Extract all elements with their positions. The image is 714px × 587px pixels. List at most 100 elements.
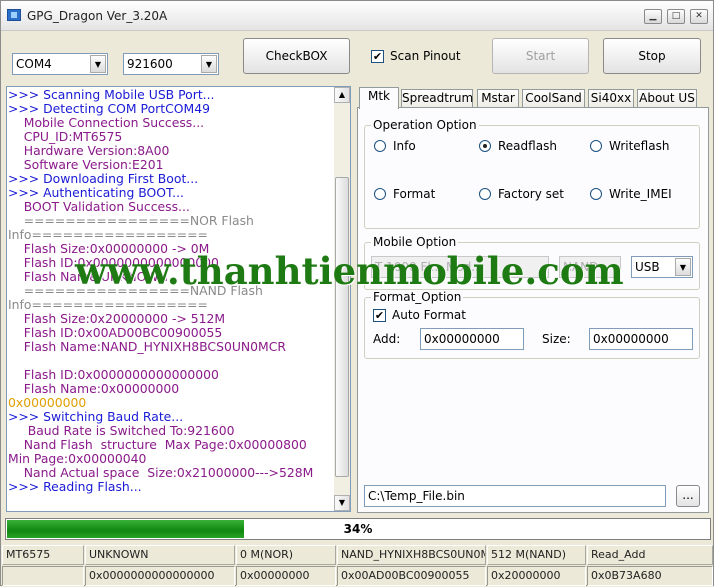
status-bottom-empty	[2, 566, 84, 586]
auto-format-checkbox[interactable]: ✔ Auto Format	[373, 308, 466, 322]
progress-label: 34%	[343, 522, 373, 536]
log-line: Min Page:0x00000040	[8, 451, 147, 466]
radio-readflash-label: Readflash	[498, 139, 557, 153]
scroll-thumb[interactable]	[335, 177, 349, 477]
log-panel[interactable]: >>> Scanning Mobile USB Port... >>> Detec…	[6, 86, 351, 512]
radio-icon[interactable]	[479, 188, 491, 200]
baud-rate-select[interactable]: 921600 ▼	[123, 53, 219, 75]
radio-icon[interactable]	[590, 140, 602, 152]
size-label: Size:	[542, 332, 571, 346]
com-port-value: COM4	[16, 57, 52, 71]
log-line: Info=================	[8, 297, 208, 312]
chevron-down-icon[interactable]: ▼	[201, 55, 217, 73]
radio-write-imei-label: Write_IMEI	[609, 187, 672, 201]
status-nand-name: NAND_HYNIXH8BCS0UN0MCR	[337, 545, 486, 565]
radio-selected-icon[interactable]	[479, 140, 491, 152]
radio-icon[interactable]	[374, 188, 386, 200]
stop-button[interactable]: Stop	[603, 38, 701, 74]
radio-factory-set[interactable]: Factory set	[479, 187, 564, 201]
scroll-down-icon[interactable]: ▼	[334, 495, 350, 511]
baud-rate-value: 921600	[127, 57, 173, 71]
log-line: Baud Rate is Switched To:921600	[8, 423, 235, 438]
operation-option-label: Operation Option	[371, 118, 479, 132]
log-line: 0x00000000	[8, 395, 87, 410]
com-port-select[interactable]: COM4 ▼	[12, 53, 108, 75]
tab-about-us[interactable]: About US	[637, 89, 697, 108]
radio-icon[interactable]	[374, 140, 386, 152]
radio-info[interactable]: Info	[374, 139, 416, 153]
operation-option-group: Operation Option Info Readflash Writefla…	[364, 118, 700, 229]
log-line: Flash ID:0x00AD00BC00900055	[8, 325, 223, 340]
log-line: CPU_ID:MT6575	[8, 129, 123, 144]
log-scrollbar[interactable]: ▲ ▼	[334, 87, 350, 511]
radio-factory-set-label: Factory set	[498, 187, 564, 201]
scroll-up-icon[interactable]: ▲	[334, 87, 350, 103]
file-path-field[interactable]: C:\Temp_File.bin	[364, 485, 666, 507]
radio-writeflash[interactable]: Writeflash	[590, 139, 669, 153]
chevron-down-icon[interactable]: ▼	[90, 55, 106, 73]
status-bar: MT6575 UNKNOWN 0 M(NOR) NAND_HYNIXH8BCS0…	[2, 545, 714, 587]
checkmark-icon[interactable]: ✔	[373, 308, 386, 322]
status-nor-flash-id: 0x0000000000000000	[85, 566, 235, 586]
radio-write-imei[interactable]: Write_IMEI	[590, 187, 672, 201]
log-line: Flash Name:NAND_HYNIXH8BCS0UN0MCR	[8, 339, 286, 354]
scan-pinout-checkbox[interactable]: ✔ Scan Pinout	[371, 49, 461, 63]
start-button[interactable]: Start	[492, 38, 589, 74]
scan-pinout-label: Scan Pinout	[390, 49, 461, 63]
radio-format[interactable]: Format	[374, 187, 435, 201]
checkbox-button[interactable]: CheckBOX	[243, 38, 350, 74]
window-title: GPG_Dragon Ver_3.20A	[27, 9, 168, 23]
log-line: Hardware Version:8A00	[8, 143, 170, 158]
log-line: BOOT Validation Success...	[8, 199, 190, 214]
minimize-icon[interactable]: ▁	[644, 9, 662, 24]
tab-si40xx[interactable]: Si40xx	[588, 89, 634, 108]
status-nor-flash-size: 0x00000000	[236, 566, 336, 586]
tab-spreadtrum[interactable]: Spreadtrum	[401, 89, 473, 108]
log-line: Flash Size:0x20000000 -> 512M	[8, 311, 226, 326]
interface-select[interactable]: USB ▼	[631, 256, 693, 278]
log-line: >>> Scanning Mobile USB Port...	[8, 87, 215, 102]
log-line: >>> Switching Baud Rate...	[8, 409, 184, 424]
log-line: Software Version:E201	[8, 157, 164, 172]
log-line: >>> Downloading First Boot...	[8, 171, 199, 186]
size-field[interactable]: 0x00000000	[589, 328, 693, 350]
mobile-option-label: Mobile Option	[371, 235, 459, 249]
radio-info-label: Info	[393, 139, 416, 153]
maximize-icon[interactable]: □	[667, 9, 685, 24]
radio-readflash[interactable]: Readflash	[479, 139, 557, 153]
log-line: Info=================	[8, 227, 208, 242]
title-bar: GPG_Dragon Ver_3.20A ▁ □ ✕	[1, 1, 713, 31]
log-line: Flash Name:0x00000000	[8, 381, 180, 396]
browse-button[interactable]: ...	[676, 485, 700, 507]
app-window: GPG_Dragon Ver_3.20A ▁ □ ✕ COM4 ▼ 921600…	[0, 0, 714, 586]
radio-format-label: Format	[393, 187, 436, 201]
add-field[interactable]: 0x00000000	[420, 328, 524, 350]
status-read-add-label: Read_Add	[587, 545, 713, 565]
checkmark-icon[interactable]: ✔	[371, 49, 384, 63]
status-nor-id: UNKNOWN	[85, 545, 235, 565]
log-line: Flash ID:0x0000000000000000	[8, 367, 219, 382]
log-line: >>> Detecting COM PortCOM49	[8, 101, 210, 116]
close-icon[interactable]: ✕	[690, 9, 708, 24]
watermark-text: www.thanhtienmobile.com	[75, 249, 624, 293]
log-line: Nand Flash structure Max Page:0x00000800	[8, 437, 307, 452]
auto-format-label: Auto Format	[392, 308, 466, 322]
tab-mstar[interactable]: Mstar	[477, 89, 519, 108]
add-label: Add:	[373, 332, 401, 346]
interface-value: USB	[635, 260, 660, 274]
status-nand-size: 512 M(NAND)	[487, 545, 586, 565]
log-line: Mobile Connection Success...	[8, 115, 205, 130]
log-line: >>> Reading Flash...	[8, 479, 142, 494]
radio-writeflash-label: Writeflash	[609, 139, 670, 153]
radio-icon[interactable]	[590, 188, 602, 200]
log-line: ================NOR Flash	[8, 213, 254, 228]
status-nand-flash-size: 0x20000000	[487, 566, 586, 586]
tab-mtk[interactable]: Mtk	[359, 87, 399, 109]
tab-coolsand[interactable]: CoolSand	[522, 89, 585, 108]
status-nand-flash-id: 0x00AD00BC00900055	[337, 566, 486, 586]
chevron-down-icon[interactable]: ▼	[675, 258, 691, 276]
log-line: Nand Actual space Size:0x21000000--->528…	[8, 465, 314, 480]
format-option-group: Format_Option ✔ Auto Format Add: 0x00000…	[364, 290, 700, 359]
status-read-add-value: 0x0B73A680	[587, 566, 713, 586]
